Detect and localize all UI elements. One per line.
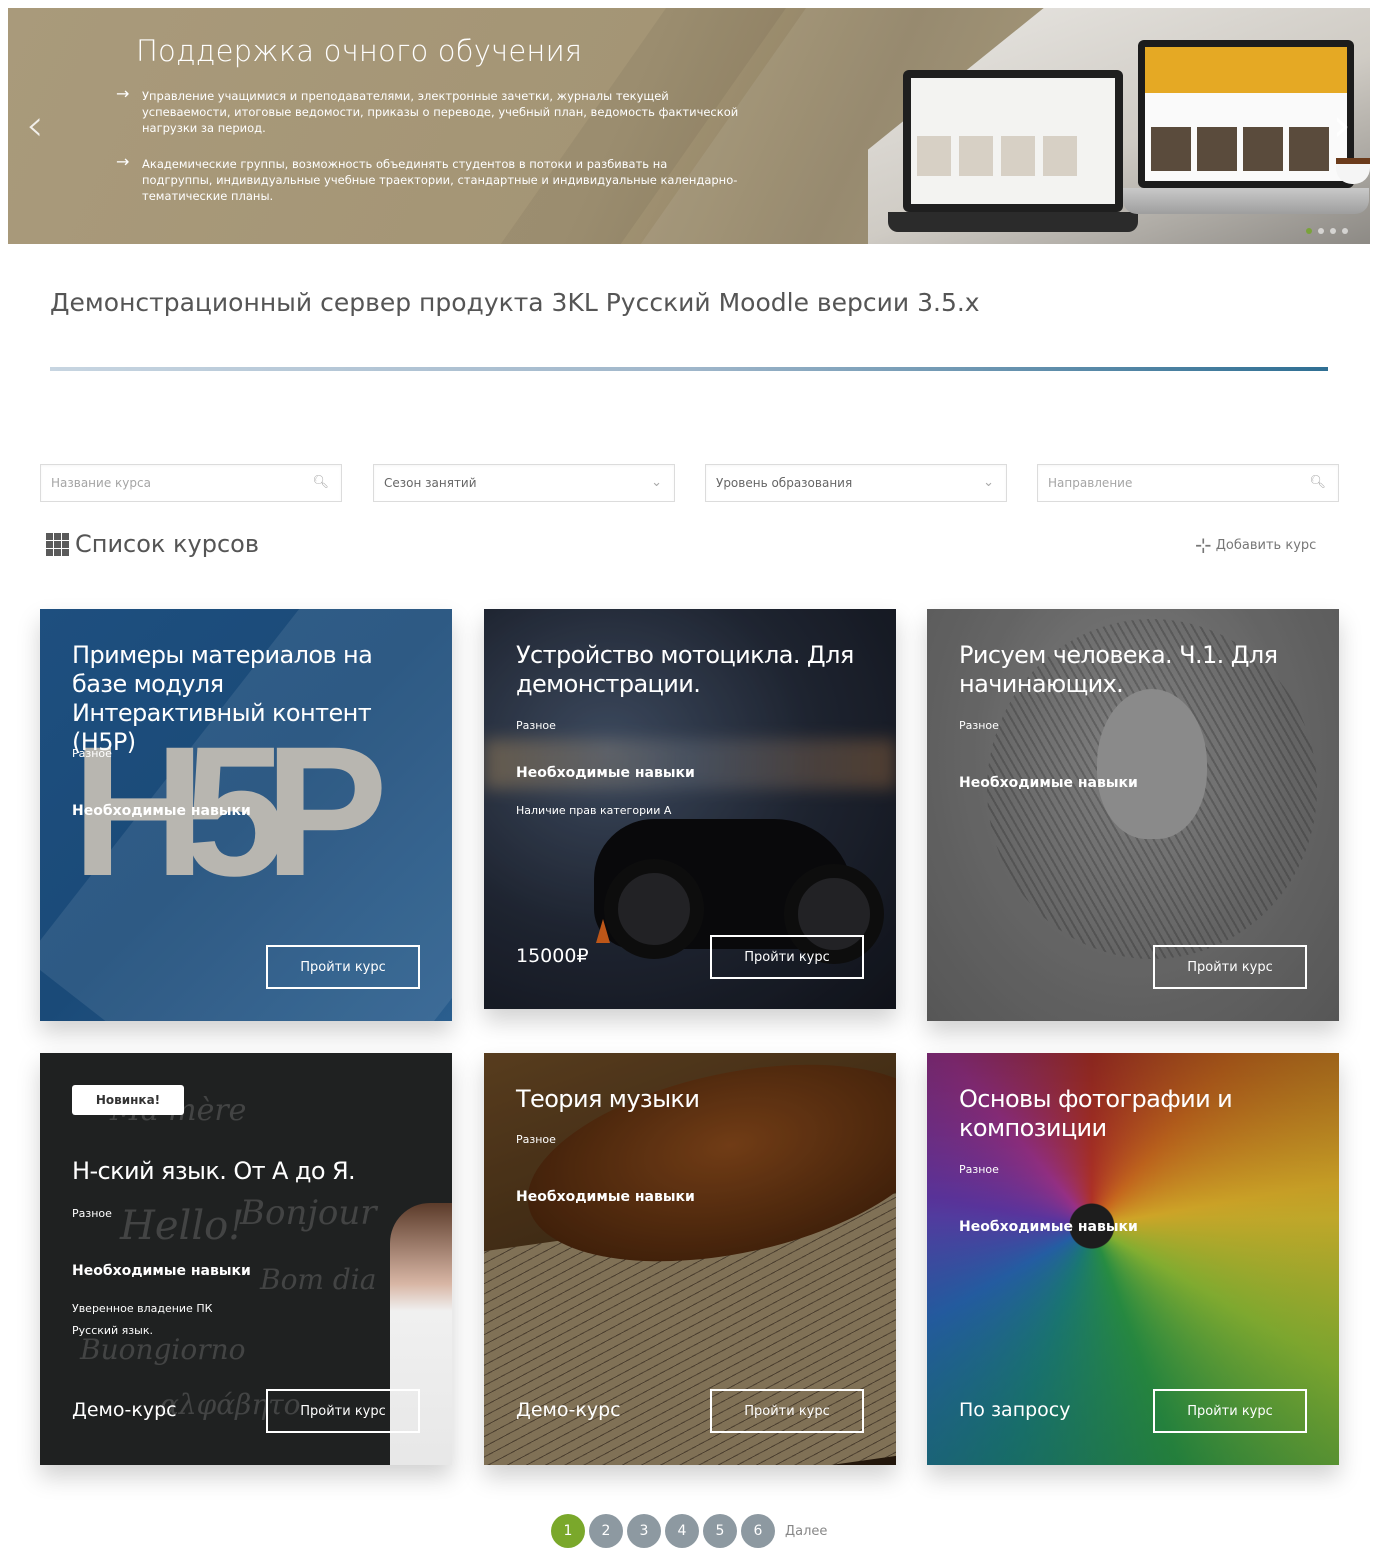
slider-dot[interactable]: [1318, 228, 1324, 234]
banner-point-text: Академические группы, возможность объеди…: [142, 157, 738, 203]
start-course-button[interactable]: Пройти курс: [1153, 945, 1307, 989]
next-page-link[interactable]: Далее: [785, 1524, 827, 1539]
start-course-button[interactable]: Пройти курс: [266, 945, 420, 989]
chevron-right-icon[interactable]: ›: [1333, 100, 1351, 151]
season-select[interactable]: Сезон занятий ⌄: [373, 464, 675, 502]
slider-dot[interactable]: [1342, 228, 1348, 234]
chevron-down-icon: ⌄: [983, 475, 994, 490]
chevron-down-icon: ⌄: [651, 475, 662, 490]
add-icon: ⊹: [1195, 533, 1212, 557]
page-title: Демонстрационный сервер продукта 3KL Рус…: [50, 288, 980, 317]
laptop-image: [903, 70, 1123, 212]
course-price: 15000₽: [516, 945, 589, 967]
course-card[interactable]: Ma mère Bonjour Hello! Bom dia Buongiorn…: [40, 1053, 452, 1465]
hero-banner: Поддержка очного обучения → Управление у…: [8, 8, 1370, 244]
course-skill-item: Русский язык.: [72, 1324, 153, 1337]
arrow-right-icon: →: [116, 152, 130, 171]
course-card[interactable]: Устройство мотоцикла. Для демонстрации. …: [484, 609, 896, 1009]
start-course-button[interactable]: Пройти курс: [710, 1389, 864, 1433]
new-badge: Новинка!: [72, 1085, 184, 1115]
slider-dot[interactable]: [1306, 228, 1312, 234]
level-select-value: Уровень образования: [716, 476, 853, 490]
slider-dots: [1306, 228, 1348, 234]
course-title[interactable]: Теория музыки: [516, 1085, 866, 1114]
page-button-3[interactable]: 3: [627, 1514, 661, 1548]
start-course-button[interactable]: Пройти курс: [266, 1389, 420, 1433]
add-course-link[interactable]: ⊹ Добавить курс: [1195, 535, 1316, 555]
slider-dot[interactable]: [1330, 228, 1336, 234]
course-category: Разное: [72, 747, 112, 760]
course-skills-label: Необходимые навыки: [959, 1219, 1138, 1235]
course-skills-label: Необходимые навыки: [516, 765, 695, 781]
banner-point: → Управление учащимися и преподавателями…: [116, 84, 741, 136]
banner-point-text: Управление учащимися и преподавателями, …: [142, 89, 739, 135]
laptop-image-base: [888, 212, 1138, 232]
course-title[interactable]: Рисуем человека. Ч.1. Для начинающих.: [959, 641, 1309, 699]
course-category: Разное: [516, 1133, 556, 1146]
course-list-header: Список курсов: [46, 530, 259, 558]
add-course-label: Добавить курс: [1215, 537, 1317, 553]
course-category: Разное: [72, 1207, 112, 1220]
start-course-button[interactable]: Пройти курс: [710, 935, 864, 979]
title-divider: [50, 367, 1328, 371]
course-title[interactable]: Устройство мотоцикла. Для демонстрации.: [516, 641, 866, 699]
course-price: По запросу: [959, 1399, 1071, 1421]
pagination: 1 2 3 4 5 6 Далее: [551, 1514, 827, 1548]
search-icon[interactable]: 🔍︎: [1309, 475, 1326, 490]
chevron-left-icon[interactable]: ‹: [26, 100, 44, 151]
laptop-image: [1138, 40, 1354, 188]
page-button-5[interactable]: 5: [703, 1514, 737, 1548]
course-price: Демо-курс: [516, 1399, 621, 1421]
banner-point: → Академические группы, возможность объе…: [116, 152, 741, 204]
grid-icon: [46, 532, 69, 556]
page-button-6[interactable]: 6: [741, 1514, 775, 1548]
course-skills-label: Необходимые навыки: [72, 803, 251, 819]
direction-input[interactable]: [1048, 476, 1328, 490]
course-skills-label: Необходимые навыки: [72, 1263, 251, 1279]
laptop-image-base: [1123, 188, 1369, 214]
course-skills-label: Необходимые навыки: [959, 775, 1138, 791]
direction-filter[interactable]: 🔍︎: [1037, 464, 1339, 502]
course-title[interactable]: Н-ский язык. От А до Я.: [72, 1157, 422, 1186]
arrow-right-icon: →: [116, 84, 130, 103]
course-list-title: Список курсов: [75, 530, 260, 558]
start-course-button[interactable]: Пройти курс: [1153, 1389, 1307, 1433]
banner-title: Поддержка очного обучения: [136, 34, 583, 68]
course-card[interactable]: Рисуем человека. Ч.1. Для начинающих. Ра…: [927, 609, 1339, 1021]
level-select[interactable]: Уровень образования ⌄: [705, 464, 1007, 502]
course-category: Разное: [516, 719, 556, 732]
season-select-value: Сезон занятий: [384, 476, 477, 490]
page-button-2[interactable]: 2: [589, 1514, 623, 1548]
course-category: Разное: [959, 719, 999, 732]
course-skills-label: Необходимые навыки: [516, 1189, 695, 1205]
course-title[interactable]: Примеры материалов на базе модуля Интера…: [72, 641, 422, 757]
course-name-filter[interactable]: 🔍︎: [40, 464, 342, 502]
course-card[interactable]: Основы фотографии и композиции Разное Не…: [927, 1053, 1339, 1465]
page-button-4[interactable]: 4: [665, 1514, 699, 1548]
course-title[interactable]: Основы фотографии и композиции: [959, 1085, 1309, 1143]
course-price: Демо-курс: [72, 1399, 177, 1421]
course-card[interactable]: Теория музыки Разное Необходимые навыки …: [484, 1053, 896, 1465]
course-skill-item: Наличие прав категории А: [516, 804, 672, 817]
course-skill-item: Уверенное владение ПК: [72, 1302, 213, 1315]
page-button-1[interactable]: 1: [551, 1514, 585, 1548]
course-card[interactable]: H5P Примеры материалов на базе модуля Ин…: [40, 609, 452, 1021]
search-icon[interactable]: 🔍︎: [312, 475, 329, 490]
course-category: Разное: [959, 1163, 999, 1176]
course-name-input[interactable]: [51, 476, 331, 490]
